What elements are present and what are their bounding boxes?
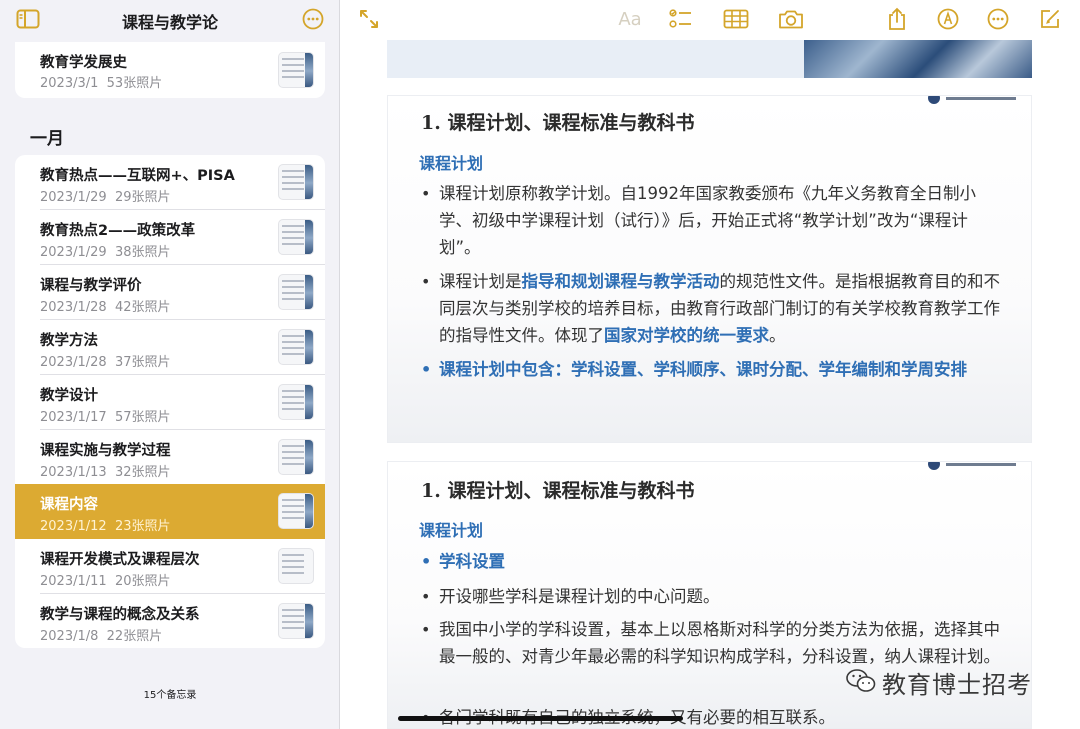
- watermark-text: 教育博士招考: [882, 671, 1032, 699]
- note-thumbnail: [278, 384, 314, 420]
- note-thumbnail: [278, 439, 314, 475]
- notes-list: 教育热点——互联网+、PISA 2023/1/29 29张照片 教育热点2——政…: [15, 155, 325, 648]
- note-meta: 2023/3/1 53张照片: [40, 76, 163, 91]
- note-title: 课程与教学评价: [40, 278, 142, 294]
- note-meta: 2023/1/28 37张照片: [40, 355, 171, 370]
- more-icon[interactable]: [987, 8, 1009, 30]
- note-title: 教学方法: [40, 333, 98, 349]
- note-thumbnail: [278, 219, 314, 255]
- pinned-notes-group: 教育学发展史 2023/3/1 53张照片: [15, 42, 325, 98]
- expand-icon[interactable]: [358, 8, 380, 30]
- note-thumbnail: [278, 548, 314, 584]
- note-thumbnail: [278, 603, 314, 639]
- folder-title: 课程与教学论: [121, 13, 218, 32]
- note-meta: 2023/1/11 20张照片: [40, 574, 171, 589]
- list-item[interactable]: 教学设计 2023/1/17 57张照片: [15, 375, 325, 430]
- markup-icon[interactable]: [937, 8, 959, 30]
- slide-title: 1. 课程计划、课程标准与教科书: [421, 480, 695, 502]
- note-thumbnail: [278, 329, 314, 365]
- slide-image-1: 1. 课程计划、课程标准与教科书 课程计划 • 课程计划原称教学计划。自1992年…: [387, 95, 1032, 443]
- list-item[interactable]: 教育学发展史 2023/3/1 53张照片: [15, 42, 325, 98]
- format-text-button[interactable]: Aa: [615, 8, 645, 30]
- list-item[interactable]: 课程实施与教学过程 2023/1/13 32张照片: [15, 430, 325, 485]
- note-title: 教学与课程的概念及关系: [40, 607, 200, 623]
- note-meta: 2023/1/29 29张照片: [40, 190, 171, 205]
- notes-sidebar: 课程与教学论 教育学发展史 2023/3/1 53张照片 一月 教育热点——互联…: [0, 0, 340, 729]
- slide-logo: [928, 462, 1028, 470]
- slide-bullet-highlight: • 学科设置: [421, 552, 505, 571]
- section-label-january: 一月: [30, 129, 64, 149]
- note-content[interactable]: 1. 课程计划、课程标准与教科书 课程计划 • 课程计划原称教学计划。自1992年…: [341, 40, 1080, 729]
- note-title: 教学设计: [40, 388, 98, 404]
- note-meta: 2023/1/17 57张照片: [40, 410, 171, 425]
- wechat-watermark: 教育博士招考: [846, 665, 1032, 700]
- slide-bullet: • 课程计划原称教学计划。自1992年国家教委颁布《九年义务教育全日制小学、初级中…: [421, 184, 976, 257]
- note-meta: 2023/1/29 38张照片: [40, 245, 171, 260]
- note-thumbnail: [278, 52, 314, 88]
- share-icon[interactable]: [886, 7, 908, 30]
- slide-bullet: • 我国中小学的学科设置，基本上以恩格斯对科学的分类方法为依据，选择其中最一般的、…: [421, 620, 1000, 666]
- note-meta: 2023/1/28 42张照片: [40, 300, 171, 315]
- previous-slide-image: [387, 40, 1032, 78]
- slide-subtitle: 课程计划: [419, 154, 484, 173]
- list-item[interactable]: 教学方法 2023/1/28 37张照片: [15, 320, 325, 375]
- note-title: 教育热点2——政策改革: [40, 223, 196, 239]
- slide-bullet: • 开设哪些学科是课程计划的中心问题。: [421, 587, 720, 606]
- table-icon[interactable]: [723, 8, 749, 30]
- list-item[interactable]: 教育热点2——政策改革 2023/1/29 38张照片: [15, 210, 325, 265]
- note-title: 课程内容: [40, 497, 98, 513]
- note-title: 教育学发展史: [40, 55, 127, 71]
- wechat-icon: [846, 668, 876, 698]
- note-thumbnail: [278, 493, 314, 529]
- slide-title: 1. 课程计划、课程标准与教科书: [421, 112, 695, 134]
- note-meta: 2023/1/8 22张照片: [40, 629, 163, 644]
- list-item[interactable]: 课程与教学评价 2023/1/28 42张照片: [15, 265, 325, 320]
- list-item[interactable]: 教学与课程的概念及关系 2023/1/8 22张照片: [15, 594, 325, 648]
- note-title: 课程开发模式及课程层次: [40, 552, 200, 568]
- slide-bullet-highlight: • 课程计划中包含：学科设置、学科顺序、课时分配、学年编制和学周安排: [421, 360, 967, 379]
- notes-count: 15个备忘录: [143, 690, 197, 701]
- home-indicator[interactable]: [398, 716, 683, 721]
- note-meta: 2023/1/12 23张照片: [40, 519, 171, 534]
- camera-icon[interactable]: [778, 8, 804, 30]
- more-options-icon[interactable]: [302, 8, 324, 30]
- sidebar-header: 课程与教学论: [0, 0, 339, 40]
- list-item-selected[interactable]: 课程内容 2023/1/12 23张照片: [15, 484, 325, 539]
- note-title: 课程实施与教学过程: [40, 443, 171, 459]
- slide-logo: [928, 96, 1028, 104]
- list-item[interactable]: 课程开发模式及课程层次 2023/1/11 20张照片: [15, 539, 325, 594]
- note-title: 教育热点——互联网+、PISA: [40, 168, 235, 184]
- compose-icon[interactable]: [1039, 8, 1061, 30]
- slide-subtitle: 课程计划: [419, 521, 484, 540]
- list-item[interactable]: 教育热点——互联网+、PISA 2023/1/29 29张照片: [15, 155, 325, 210]
- note-thumbnail: [278, 274, 314, 310]
- slide-bullet: • 课程计划是指导和规划课程与教学活动的规范性文件。是指根据教育目的和不同层次与类…: [421, 272, 1000, 345]
- note-thumbnail: [278, 164, 314, 200]
- checklist-icon[interactable]: [669, 8, 693, 30]
- note-meta: 2023/1/13 32张照片: [40, 465, 171, 480]
- note-toolbar: Aa: [341, 0, 1080, 40]
